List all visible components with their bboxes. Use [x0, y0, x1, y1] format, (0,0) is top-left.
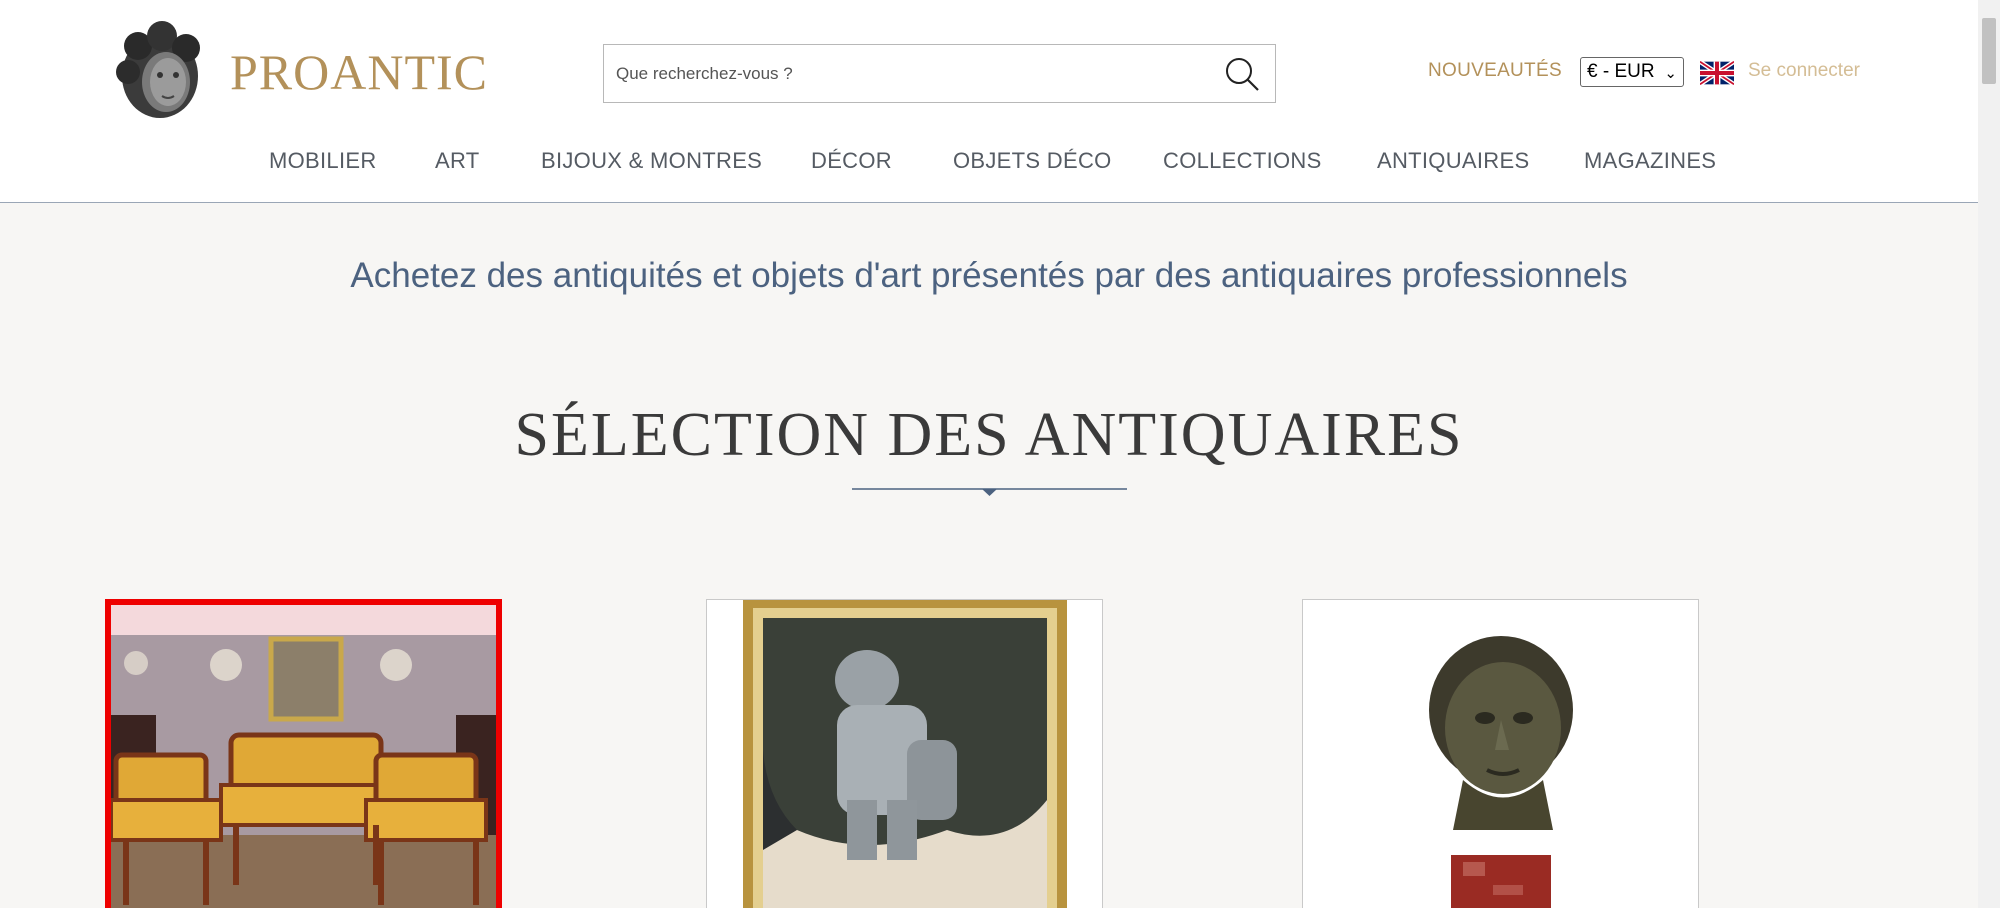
product-image-bust	[1303, 600, 1698, 908]
product-image-salon	[111, 605, 496, 908]
site-header: PROANTIC NOUVEAUTÉS € - EUR ⌄ Se connect…	[0, 0, 1978, 203]
search-bar	[603, 44, 1276, 103]
logo-head-icon	[116, 21, 200, 118]
nav-item-objets-deco[interactable]: OBJETS DÉCO	[953, 148, 1112, 174]
product-card-salon[interactable]	[105, 599, 502, 908]
tagline: Achetez des antiquités et objets d'art p…	[350, 256, 1628, 295]
uk-flag-icon[interactable]	[1700, 61, 1734, 85]
page: PROANTIC NOUVEAUTÉS € - EUR ⌄ Se connect…	[0, 0, 2000, 908]
section-title: SÉLECTION DES ANTIQUAIRES	[514, 401, 1464, 469]
product-image-painting	[707, 600, 1102, 908]
search-input[interactable]	[604, 45, 1204, 102]
nav-item-collections[interactable]: COLLECTIONS	[1163, 148, 1322, 174]
nav-item-decor[interactable]: DÉCOR	[811, 148, 892, 174]
product-card-painting[interactable]	[706, 599, 1103, 908]
currency-value: € - EUR	[1587, 61, 1655, 82]
chevron-down-icon: ⌄	[1664, 65, 1677, 82]
nav-item-mobilier[interactable]: MOBILIER	[269, 148, 377, 174]
nav-item-antiquaires[interactable]: ANTIQUAIRES	[1377, 148, 1529, 174]
page-scrollbar[interactable]	[1978, 0, 2000, 908]
search-icon[interactable]	[1223, 55, 1261, 93]
new-arrivals-link[interactable]: NOUVEAUTÉS	[1428, 60, 1562, 82]
scrollbar-thumb[interactable]	[1982, 18, 1996, 84]
main-nav: MOBILIER ART BIJOUX & MONTRES DÉCOR OBJE…	[0, 148, 1978, 178]
title-divider	[852, 488, 1127, 496]
nav-item-magazines[interactable]: MAGAZINES	[1584, 148, 1716, 174]
logo-text: PROANTIC	[230, 44, 489, 100]
product-card-bust[interactable]	[1302, 599, 1699, 908]
login-link[interactable]: Se connecter	[1748, 60, 1860, 82]
currency-select[interactable]: € - EUR ⌄	[1580, 57, 1684, 87]
logo[interactable]: PROANTIC	[110, 20, 488, 124]
nav-item-bijoux-montres[interactable]: BIJOUX & MONTRES	[541, 148, 762, 174]
nav-item-art[interactable]: ART	[435, 148, 480, 174]
